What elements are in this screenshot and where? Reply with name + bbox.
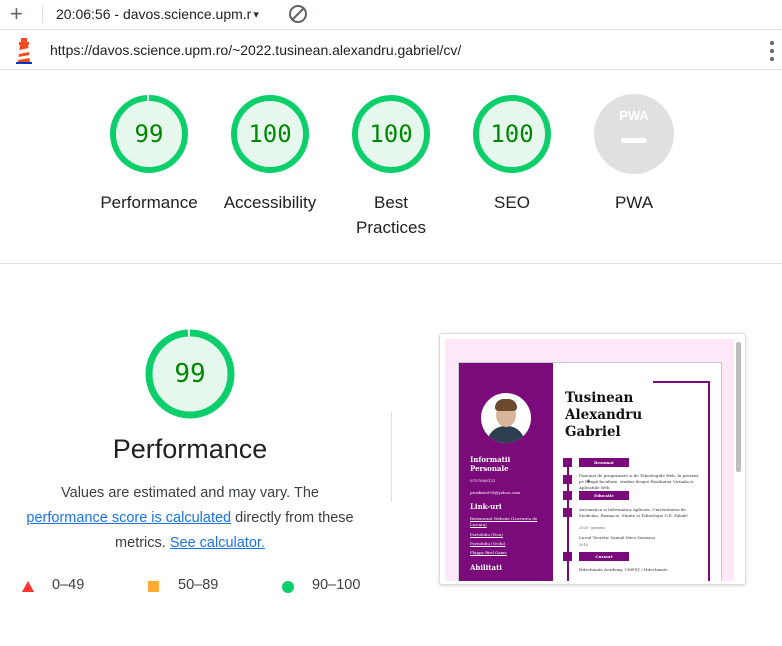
cv-education-2: Liceul Teoretic Samuil Micu Sarmasu — [579, 535, 656, 540]
pwa-badge-text: PWA — [619, 108, 649, 123]
performance-section: 99 Performance Values are estimated and … — [0, 264, 782, 646]
lighthouse-toolbar: + 20:06:56 - davos.science.upm.r ▾ — [0, 0, 782, 30]
cv-card: Informatii Personale 0757806121 prosktm9… — [458, 362, 722, 581]
gauge-score: 100 — [490, 120, 534, 148]
avatar — [481, 393, 531, 443]
cv-link[interactable]: Portofoliu (Vechi) — [470, 541, 505, 547]
see-calculator-link[interactable]: See calculator. — [170, 535, 265, 551]
legend-range: 90–100 — [312, 577, 361, 593]
cv-email: prosktm999@yahoo.com — [470, 490, 521, 495]
pwa-badge-icon: PWA — [594, 94, 674, 174]
cv-education-1: Automatica si Informatica Aplicata, Univ… — [579, 507, 688, 518]
cv-link[interactable]: Flappy Bird Game — [470, 550, 507, 556]
toolbar-separator — [42, 5, 43, 23]
square-icon — [148, 581, 159, 592]
screenshot-scrollbar[interactable] — [736, 342, 741, 472]
category-gauges: 99 Performance 100 Accessibility 100 Bes… — [0, 70, 782, 264]
legend-range: 0–49 — [52, 577, 85, 593]
report-url-bar: https://davos.science.upm.ro/~2022.tusin… — [0, 30, 782, 70]
lighthouse-icon — [16, 38, 32, 64]
gauge-score: 100 — [369, 120, 413, 148]
cv-frame-right — [708, 381, 710, 581]
pwa-dash — [621, 138, 647, 143]
gauge-seo[interactable]: 100 SEO — [452, 94, 572, 215]
legend-range: 50–89 — [178, 577, 219, 593]
cv-tag-education: Educatie — [579, 491, 629, 500]
report-selector[interactable]: 20:06:56 - davos.science.upm.r ▾ — [56, 6, 259, 22]
cv-tag-courses: Cursuri — [579, 552, 629, 561]
cv-heading-links: Link-uri — [470, 502, 502, 511]
gauge-best-practices[interactable]: 100 Best Practices — [331, 94, 451, 240]
circle-icon — [282, 581, 294, 593]
gauge-label: Best Practices — [356, 193, 426, 237]
vertical-divider — [391, 412, 392, 502]
desc-prefix: Values are estimated and may vary. The — [61, 485, 319, 501]
cv-phone: 0757806121 — [470, 478, 496, 483]
cv-timeline-node — [563, 491, 572, 500]
performance-title: Performance — [112, 434, 268, 464]
gauge-pwa[interactable]: PWA PWA — [574, 94, 694, 215]
cv-link[interactable]: Portofoliu (Nou) — [470, 532, 503, 538]
cv-education-2-year: 2018 — [579, 543, 588, 547]
cv-timeline-node — [563, 458, 572, 467]
cv-timeline-node — [563, 508, 572, 517]
screenshot-viewport: Informatii Personale 0757806121 prosktm9… — [445, 339, 734, 581]
cv-tag-summary: Rezumat — [579, 458, 629, 467]
cv-timeline-node — [563, 475, 572, 484]
gauge-ring: 100 — [230, 94, 310, 174]
gauge-ring: 99 — [109, 94, 189, 174]
cv-timeline-node — [563, 552, 572, 561]
score-calc-link[interactable]: performance score is calculated — [26, 510, 231, 526]
performance-gauge: 99 — [145, 329, 235, 419]
performance-score: 99 — [174, 359, 206, 389]
gauge-score: 99 — [134, 120, 164, 148]
cv-education-1-years: 2020 - prezent — [579, 526, 605, 530]
block-icon[interactable] — [289, 5, 307, 23]
cv-name: Tusinean Alexandru Gabriel — [565, 390, 643, 440]
cv-link[interactable]: Restaurant Website (Lucrarea de Licenta) — [470, 516, 546, 528]
plus-icon[interactable]: + — [10, 2, 23, 26]
gauge-performance[interactable]: 99 Performance — [89, 94, 209, 215]
triangle-icon — [22, 581, 34, 592]
gauge-ring: PWA — [594, 94, 674, 174]
gauge-label: SEO — [494, 193, 530, 212]
gauge-label: PWA — [614, 193, 654, 212]
gauge-label: Accessibility — [223, 193, 317, 212]
chevron-down-icon: ▾ — [253, 9, 259, 21]
final-screenshot[interactable]: Informatii Personale 0757806121 prosktm9… — [439, 333, 746, 585]
cv-sidebar: Informatii Personale 0757806121 prosktm9… — [459, 363, 553, 581]
cv-frame-top — [653, 381, 710, 383]
gauge-ring: 100 — [472, 94, 552, 174]
gauge-label: Performance — [100, 193, 198, 212]
cv-heading-personal: Informatii Personale — [470, 455, 511, 473]
cv-main: Tusinean Alexandru Gabriel Rezumat Pasio… — [553, 363, 723, 581]
cv-heading-skills: Abilitati — [470, 563, 502, 572]
kebab-menu-icon[interactable] — [770, 41, 774, 61]
report-selector-label: 20:06:56 - davos.science.upm.r — [56, 6, 252, 22]
performance-description: Values are estimated and may vary. The p… — [15, 481, 365, 556]
gauge-accessibility[interactable]: 100 Accessibility — [210, 94, 330, 215]
gauge-score: 100 — [248, 120, 292, 148]
gauge-ring: 100 — [351, 94, 431, 174]
report-url[interactable]: https://davos.science.upm.ro/~2022.tusin… — [50, 42, 461, 58]
cv-courses-text: Hitechmate Academy, UMFST / Hitechmate — [579, 567, 668, 572]
cv-summary-text: Pasionat de programare si de Tehnologiil… — [579, 473, 700, 490]
